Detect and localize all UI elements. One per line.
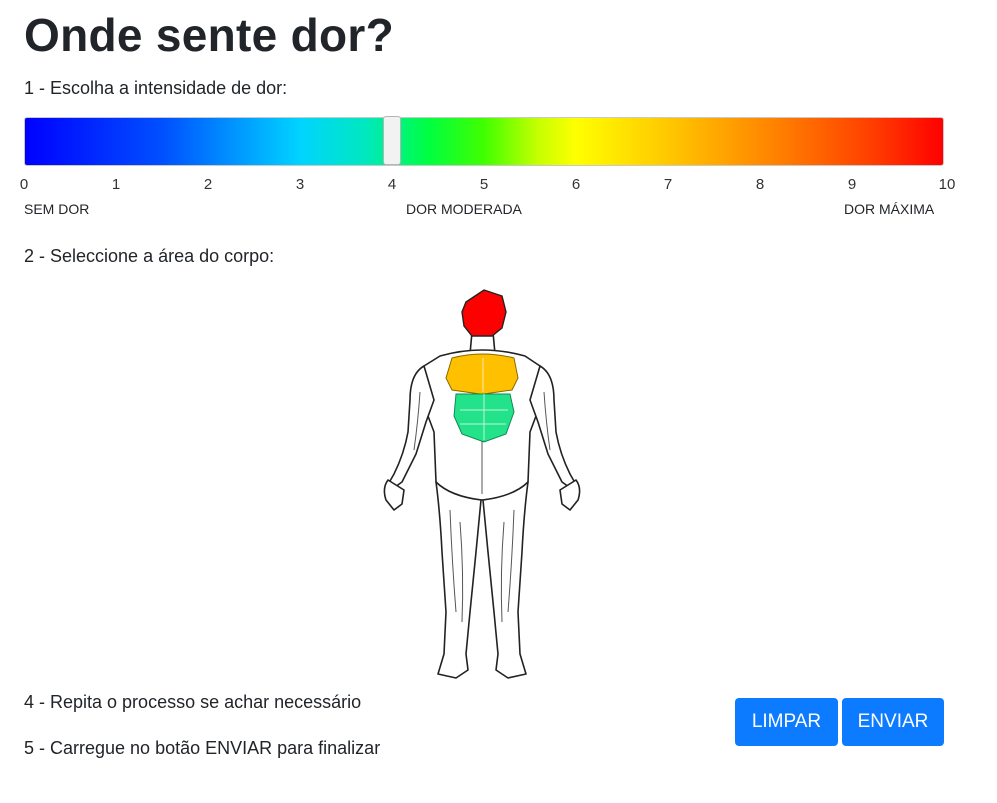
left-arm-region[interactable] [385, 365, 435, 493]
right-hand-region[interactable] [559, 479, 581, 511]
slider-handle[interactable] [383, 116, 401, 165]
tick-6: 6 [571, 176, 581, 193]
body-map[interactable] [380, 282, 585, 687]
tick-10: 10 [938, 176, 956, 193]
tick-2: 2 [203, 176, 213, 193]
tick-8: 8 [755, 176, 765, 193]
tick-5: 5 [479, 176, 489, 193]
page-title: Onde sente dor? [24, 9, 394, 61]
tick-3: 3 [295, 176, 305, 193]
tick-0: 0 [19, 176, 29, 193]
tick-4: 4 [387, 176, 397, 193]
step-5-instruction: 5 - Carregue no botão ENVIAR para finali… [24, 738, 381, 758]
right-arm-region[interactable] [529, 365, 579, 493]
label-moderate-pain: DOR MODERADA [406, 201, 522, 217]
left-leg-region[interactable] [435, 481, 482, 679]
left-hand-region[interactable] [383, 479, 405, 511]
tick-1: 1 [111, 176, 121, 193]
clear-button[interactable]: LIMPAR [735, 698, 838, 746]
step-4-instruction: 4 - Repita o processo se achar necessári… [24, 692, 362, 712]
pain-intensity-slider[interactable] [24, 117, 944, 166]
tick-9: 9 [847, 176, 857, 193]
label-no-pain: SEM DOR [24, 201, 90, 217]
submit-button[interactable]: ENVIAR [842, 698, 944, 746]
label-max-pain: DOR MÁXIMA [844, 201, 935, 217]
step-1-instruction: 1 - Escolha a intensidade de dor: [24, 78, 288, 98]
chest-region[interactable] [445, 353, 519, 395]
tick-7: 7 [663, 176, 673, 193]
right-leg-region[interactable] [482, 481, 529, 679]
step-2-instruction: 2 - Seleccione a área do corpo: [24, 246, 275, 266]
head-region[interactable] [461, 289, 507, 337]
